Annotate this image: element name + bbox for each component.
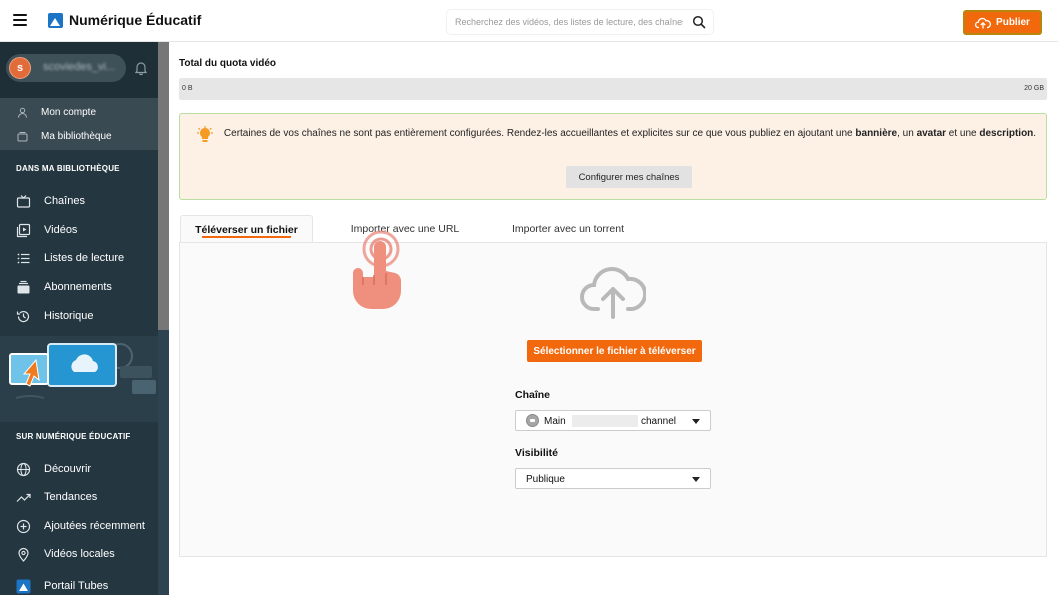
user-icon	[18, 107, 27, 118]
sidebar-item-subscriptions[interactable]: Abonnements	[0, 274, 158, 300]
sidebar-item-label: Listes de lecture	[44, 252, 125, 264]
visibility-value: Publique	[526, 474, 565, 485]
channel-name-redacted	[572, 415, 638, 427]
channel-value-end: channel	[641, 416, 677, 427]
active-tab-underline	[202, 236, 291, 238]
brand-logo-icon	[48, 12, 63, 28]
sidebar-item-label: Découvrir	[44, 463, 92, 475]
sidebar-item-label: Abonnements	[44, 281, 112, 293]
portal-icon	[16, 579, 31, 593]
sidebar-item-label: Historique	[44, 310, 94, 322]
alert-text: Certaines de vos chaînes ne sont pas ent…	[223, 128, 856, 139]
brand-name: Numérique Éducatif	[69, 12, 202, 28]
sidebar-illustration	[0, 336, 158, 422]
library-icon	[17, 131, 28, 141]
channel-avatar-icon	[526, 414, 539, 427]
sidebar-item-discover[interactable]: Découvrir	[0, 456, 158, 482]
search-input[interactable]	[447, 10, 683, 34]
top-bar: Numérique Éducatif Publier	[0, 0, 1058, 42]
publish-button[interactable]: Publier	[963, 10, 1042, 35]
tab-label: Importer avec un torrent	[511, 223, 625, 235]
sidebar-scrollbar-thumb[interactable]	[158, 42, 169, 330]
alert-bold-avatar: avatar	[916, 128, 947, 139]
visibility-select[interactable]: Publique	[515, 468, 711, 489]
lightbulb-icon	[197, 126, 213, 142]
search-box	[447, 10, 713, 34]
main-content: Total du quota vidéo 0 B 20 GB Certaines…	[169, 42, 1058, 595]
quota-min: 0 B	[182, 85, 193, 92]
sidebar-item-label: Chaînes	[44, 195, 85, 207]
subscriptions-icon	[17, 280, 30, 293]
upload-panel: Sélectionner le fichier à téléverser Cha…	[179, 242, 1047, 557]
sidebar-item-history[interactable]: Historique	[0, 303, 158, 329]
sidebar-item-label: Ma bibliothèque	[41, 130, 112, 142]
avatar: s	[9, 57, 31, 79]
section-title-site: SUR NUMÉRIQUE ÉDUCATIF	[16, 432, 131, 441]
alert-text: .	[1033, 128, 1037, 139]
sidebar: s scoviedes_vi... Mon compte Ma biblioth…	[0, 42, 169, 595]
sidebar-item-label: Vidéos	[44, 224, 78, 236]
sidebar-item-label: Ajoutées récemment	[44, 520, 145, 532]
sidebar-item-label: Mon compte	[41, 106, 97, 118]
cloud-upload-icon[interactable]	[580, 261, 646, 319]
list-icon	[17, 253, 30, 263]
alert-text: et une	[946, 128, 980, 139]
sidebar-item-local-videos[interactable]: Vidéos locales	[0, 541, 158, 567]
quota-progress-bar: 0 B 20 GB	[179, 78, 1047, 100]
sidebar-item-label: Portail Tubes	[44, 580, 109, 592]
bell-icon[interactable]	[133, 60, 149, 76]
sidebar-item-recent[interactable]: Ajoutées récemment	[0, 513, 158, 539]
sidebar-item-my-account[interactable]: Mon compte	[0, 100, 158, 124]
publish-label: Publier	[996, 17, 1030, 28]
alert-text: , un	[897, 128, 917, 139]
brand[interactable]: Numérique Éducatif	[48, 12, 201, 28]
channel-value-start: Main	[544, 416, 566, 427]
chevron-down-icon	[692, 477, 700, 482]
plus-circle-icon	[16, 519, 31, 533]
tab-label: Importer avec une URL	[350, 223, 460, 235]
chevron-down-icon	[692, 419, 700, 424]
channel-select[interactable]: Main channel	[515, 410, 711, 431]
cloud-upload-icon	[975, 17, 992, 28]
search-icon[interactable]	[692, 15, 706, 29]
menu-icon[interactable]	[13, 14, 27, 26]
sidebar-item-playlists[interactable]: Listes de lecture	[0, 245, 158, 271]
configure-channels-button[interactable]: Configurer mes chaînes	[566, 166, 692, 188]
sidebar-item-label: Vidéos locales	[44, 548, 115, 560]
tab-import-torrent[interactable]: Importer avec un torrent	[493, 215, 643, 243]
sidebar-item-label: Tendances	[44, 491, 98, 503]
sidebar-item-my-library[interactable]: Ma bibliothèque	[0, 124, 158, 148]
location-icon	[18, 547, 29, 562]
channel-label: Chaîne	[515, 389, 551, 401]
alert-bold-banner: bannière	[855, 128, 898, 139]
quota-title: Total du quota vidéo	[179, 58, 277, 69]
alert-bold-description: description	[979, 128, 1034, 139]
trending-icon	[16, 493, 31, 502]
user-menu[interactable]: s scoviedes_vi...	[6, 54, 126, 82]
sidebar-item-channels[interactable]: Chaînes	[0, 188, 158, 214]
visibility-label: Visibilité	[515, 447, 558, 459]
sidebar-item-tubes-portal[interactable]: Portail Tubes	[0, 573, 158, 595]
alert-message: Certaines de vos chaînes ne sont pas ent…	[220, 125, 1040, 142]
user-area: s scoviedes_vi...	[0, 42, 158, 98]
tab-import-url[interactable]: Importer avec une URL	[335, 215, 475, 243]
channel-config-alert: Certaines de vos chaînes ne sont pas ent…	[179, 113, 1047, 200]
sidebar-item-videos[interactable]: Vidéos	[0, 217, 158, 243]
tab-upload-file[interactable]: Téléverser un fichier	[180, 215, 313, 243]
section-title-library: DANS MA BIBLIOTHÈQUE	[16, 164, 120, 173]
upload-tabs: Téléverser un fichier Importer avec une …	[180, 215, 1047, 243]
sidebar-item-trending[interactable]: Tendances	[0, 484, 158, 510]
tab-label: Téléverser un fichier	[195, 223, 298, 236]
globe-icon	[16, 462, 31, 476]
videos-icon	[16, 223, 31, 237]
select-file-button[interactable]: Sélectionner le fichier à téléverser	[527, 340, 702, 362]
tv-icon	[16, 194, 31, 208]
history-icon	[16, 310, 30, 322]
username: scoviedes_vi...	[43, 61, 116, 73]
account-menu: Mon compte Ma bibliothèque	[0, 98, 158, 150]
quota-max: 20 GB	[1024, 85, 1044, 92]
